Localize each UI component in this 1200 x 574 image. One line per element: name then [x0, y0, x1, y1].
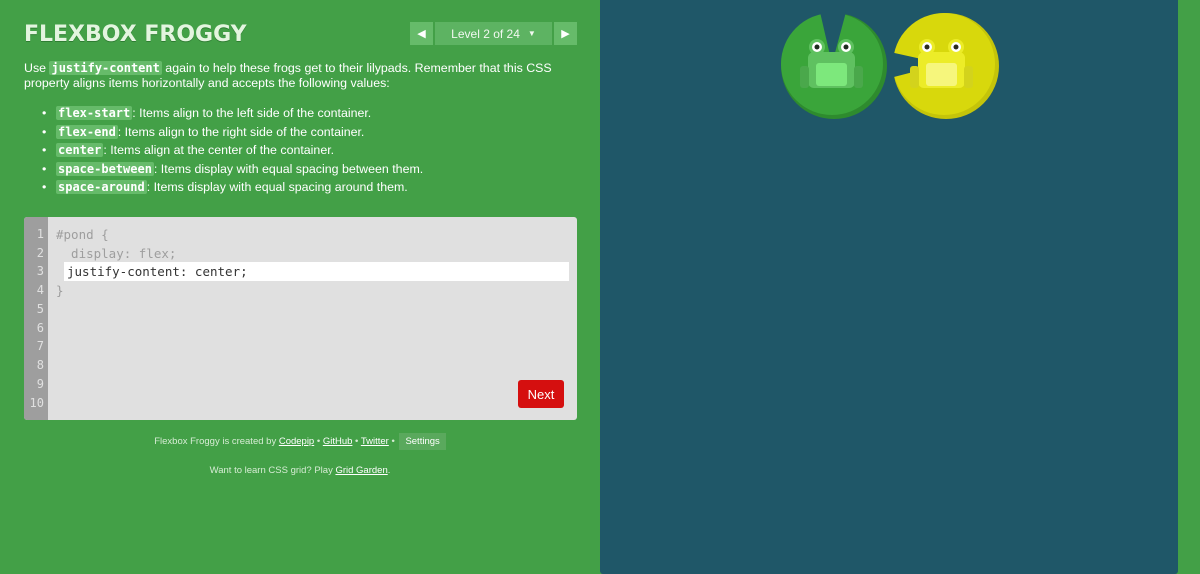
list-item: center: Items align at the center of the…	[42, 141, 584, 160]
line-number: 9	[36, 377, 44, 391]
list-item: space-between: Items display with equal …	[42, 160, 584, 179]
line-number: 5	[36, 302, 44, 316]
next-level-button[interactable]: ▶	[554, 22, 577, 45]
line-number: 6	[36, 321, 44, 335]
list-item: flex-start: Items align to the left side…	[42, 104, 584, 123]
line-number: 3	[36, 264, 44, 278]
code-line-2: display: flex;	[56, 246, 177, 261]
instructions-panel: FLEXBOX FROGGY ◀ Level 2 of 24 ▼ ▶ Use j…	[0, 0, 600, 574]
line-number: 10	[29, 396, 44, 410]
app-title: FLEXBOX FROGGY	[24, 22, 247, 47]
grid-garden-link[interactable]: Grid Garden	[335, 465, 387, 476]
instructions-text: Use justify-content again to help these …	[24, 61, 552, 90]
level-indicator[interactable]: Level 2 of 24 ▼	[435, 22, 552, 45]
prev-level-button[interactable]: ◀	[410, 22, 433, 45]
pond-board	[600, 0, 1178, 574]
css-input[interactable]	[64, 262, 569, 281]
level-navigation: ◀ Level 2 of 24 ▼ ▶	[410, 22, 577, 45]
settings-button[interactable]: Settings	[399, 433, 446, 450]
list-item: space-around: Items display with equal s…	[42, 178, 584, 197]
code-line-4: }	[56, 283, 64, 298]
caret-down-icon: ▼	[527, 29, 536, 38]
line-number: 8	[36, 358, 44, 372]
github-link[interactable]: GitHub	[323, 436, 353, 447]
code-editor: 1 2 3 4 5 6 7 8 9 10 #pond { display: fl…	[24, 217, 577, 420]
grid-garden-promo: Want to learn CSS grid? Play Grid Garden…	[209, 465, 391, 476]
keyword-justify-content: justify-content	[49, 61, 162, 75]
codepip-link[interactable]: Codepip	[279, 436, 314, 447]
value-list: flex-start: Items align to the left side…	[42, 104, 584, 197]
instructions: Use justify-content again to help these …	[24, 61, 584, 197]
list-item: flex-end: Items align to the right side …	[42, 123, 584, 142]
line-number-gutter: 1 2 3 4 5 6 7 8 9 10	[24, 217, 48, 420]
pond-svg	[781, 12, 999, 119]
line-number: 4	[36, 283, 44, 297]
line-number: 2	[36, 246, 44, 260]
level-label: Level 2 of 24	[451, 26, 520, 41]
twitter-link[interactable]: Twitter	[361, 436, 389, 447]
credits: Flexbox Froggy is created by Codepip • G…	[0, 433, 600, 450]
next-button[interactable]: Next	[518, 380, 564, 408]
line-number: 7	[36, 339, 44, 353]
right-edge-strip	[1178, 0, 1200, 574]
line-number: 1	[36, 227, 44, 241]
code-line-1: #pond {	[56, 227, 109, 242]
triangle-left-icon: ◀	[417, 28, 426, 40]
triangle-right-icon: ▶	[561, 28, 570, 40]
